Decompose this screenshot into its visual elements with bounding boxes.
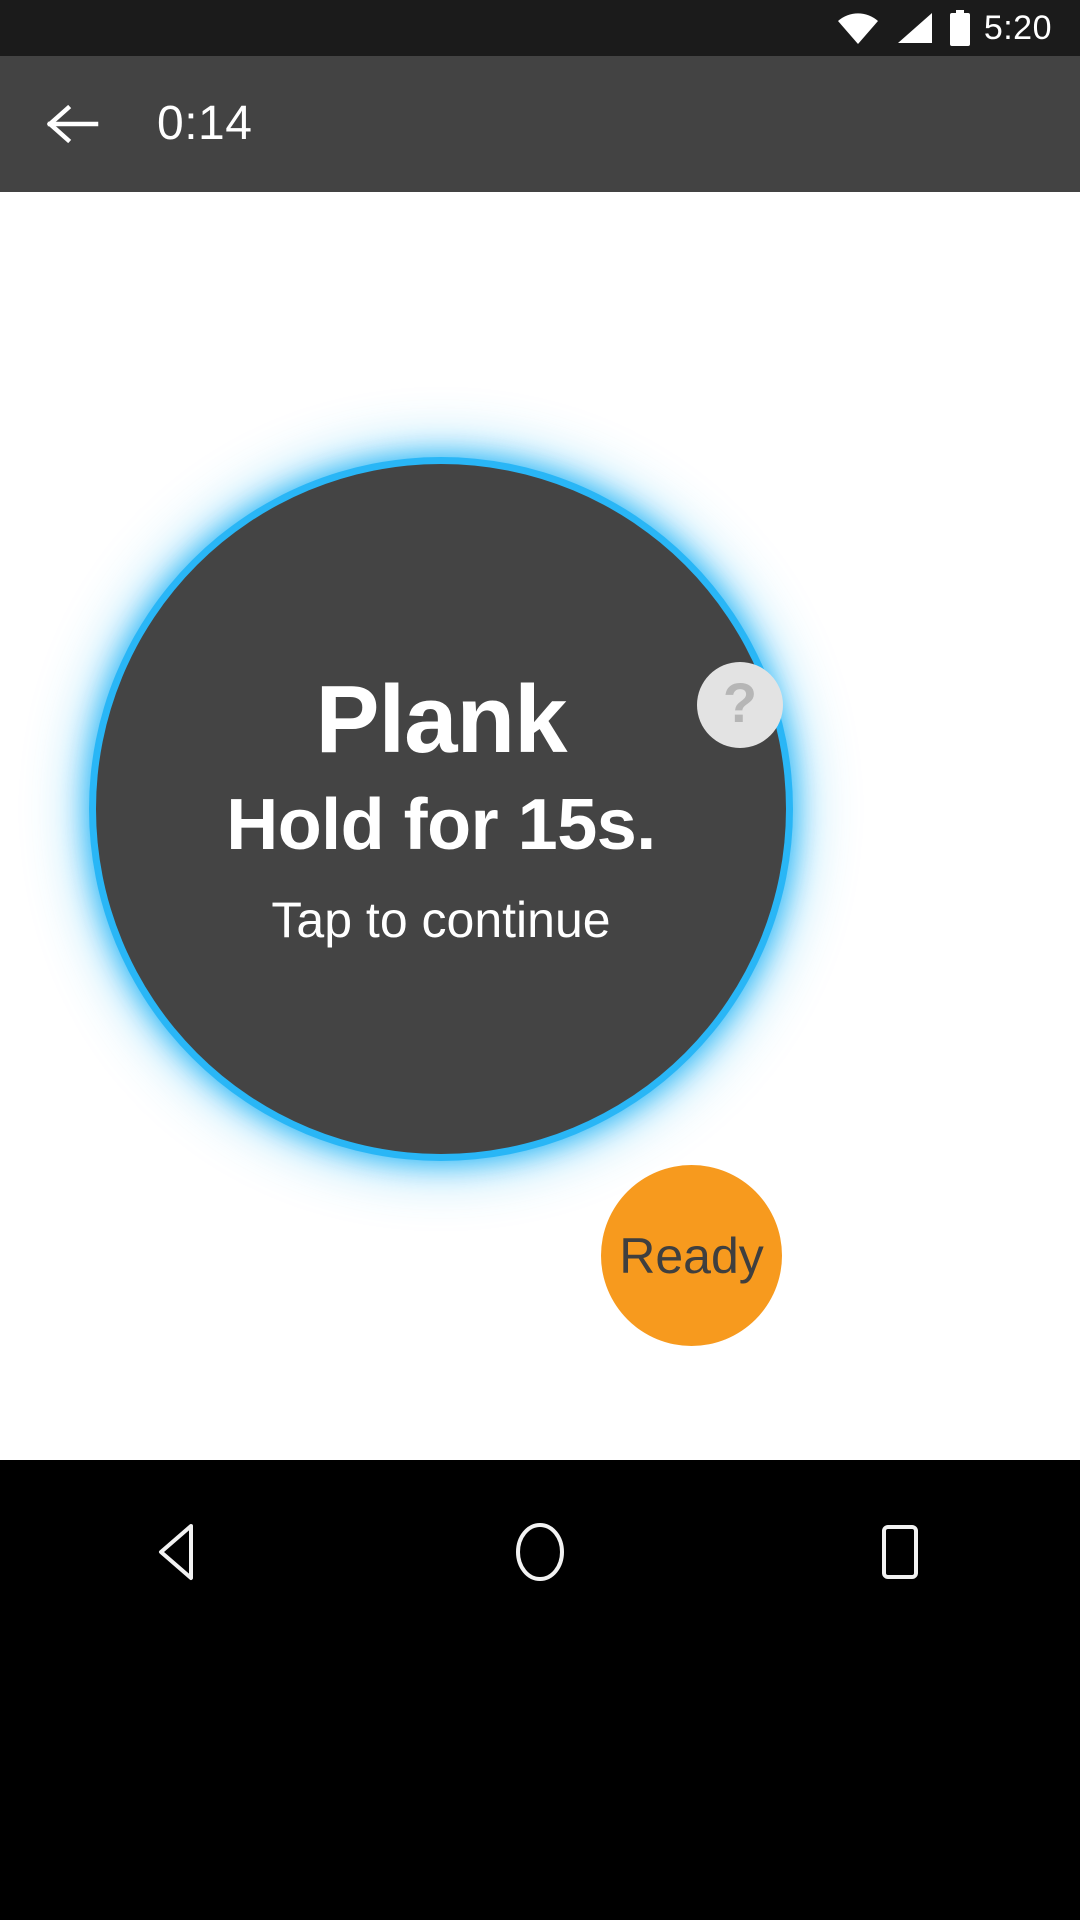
nav-recents-icon: [882, 1525, 918, 1579]
signal-icon: [894, 12, 934, 44]
main-content: Plank Hold for 15s. Tap to continue ? Re…: [0, 192, 1080, 1460]
workout-timer: 0:14: [157, 97, 253, 150]
nav-back-icon: [159, 1524, 193, 1580]
ready-button[interactable]: Ready: [601, 1165, 782, 1346]
status-bar: 5:20: [0, 0, 1080, 56]
battery-icon: [948, 10, 972, 46]
exercise-tap-circle[interactable]: Plank Hold for 15s. Tap to continue: [96, 464, 786, 1154]
question-mark-icon: ?: [722, 671, 758, 734]
back-arrow-icon: [47, 104, 99, 144]
back-button[interactable]: [45, 96, 101, 152]
exercise-name: Plank: [315, 665, 567, 773]
help-button[interactable]: ?: [697, 662, 783, 748]
app-screen: 5:20 0:14 Plank Hold for 15s. Tap to con…: [0, 0, 1080, 1920]
wifi-icon: [836, 12, 880, 44]
exercise-instruction: Hold for 15s.: [226, 784, 656, 865]
status-bar-time: 5:20: [983, 9, 1052, 47]
status-icon-group: [836, 10, 972, 46]
nav-back-button[interactable]: [90, 1502, 270, 1602]
android-nav-bar: [0, 1460, 1080, 1920]
app-bar: 0:14: [0, 56, 1080, 192]
ready-button-label: Ready: [619, 1227, 764, 1284]
nav-home-icon: [516, 1523, 564, 1581]
exercise-hint: Tap to continue: [271, 891, 611, 948]
nav-home-button[interactable]: [450, 1502, 630, 1602]
nav-recents-button[interactable]: [810, 1502, 990, 1602]
